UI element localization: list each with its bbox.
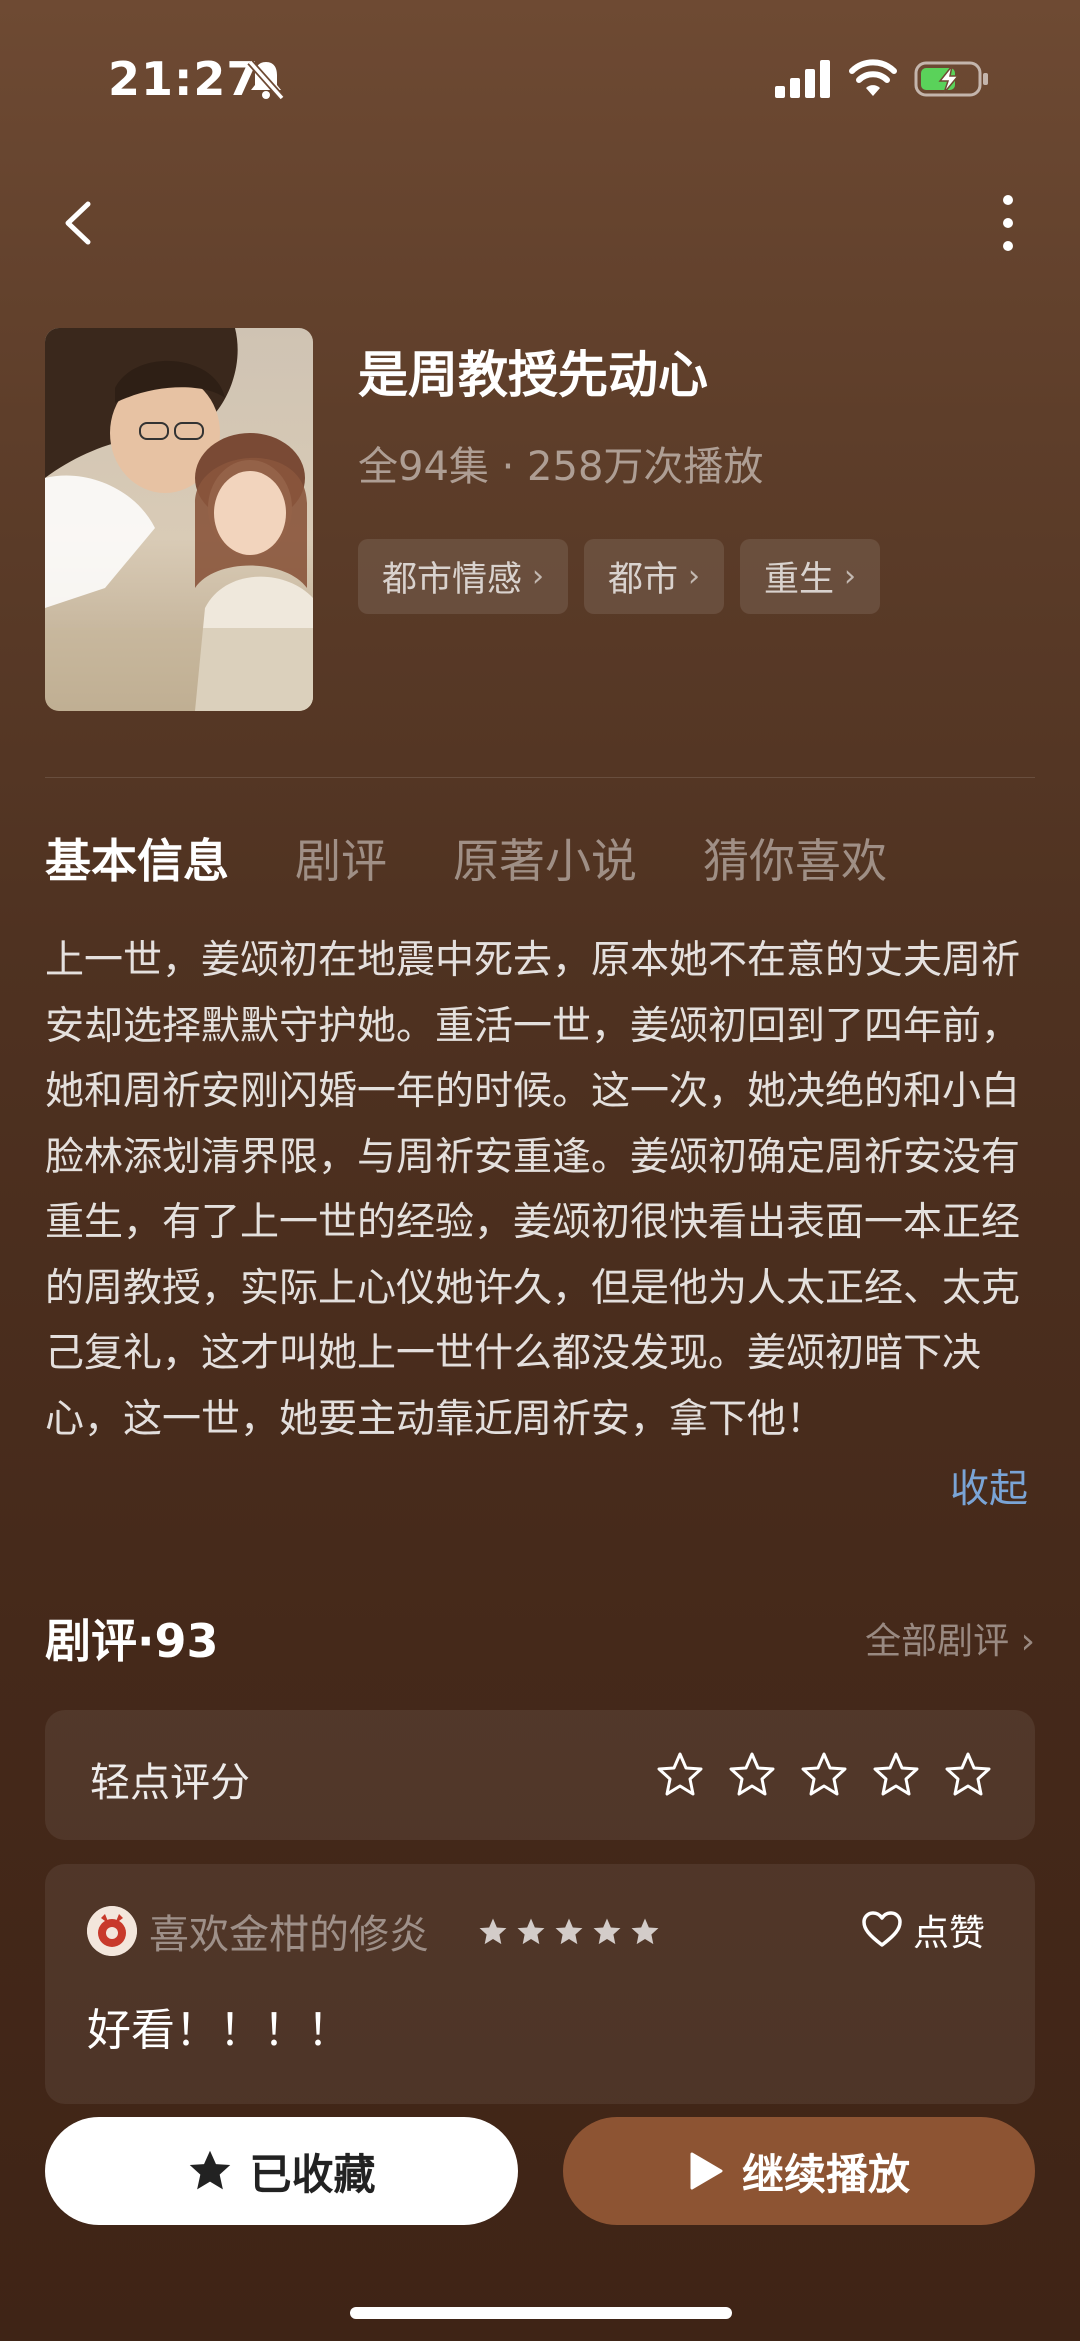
wifi-icon [849, 59, 897, 96]
star-filled-icon [190, 2150, 231, 2190]
play-label: 继续播放 [741, 2149, 910, 2199]
star-filled-icon [517, 1918, 545, 1945]
tab-bar: 基本信息 剧评 原著小说 猜你喜欢 [45, 825, 887, 891]
reviewer-name[interactable]: 喜欢金柑的修炎 [149, 1902, 429, 1960]
star-filled-icon [631, 1918, 659, 1945]
tag-urban-romance[interactable]: 都市情感 › [358, 539, 569, 614]
continue-play-button[interactable]: 继续播放 [563, 2117, 1035, 2225]
star-outline-icon[interactable] [655, 1750, 705, 1800]
divider [45, 777, 1035, 778]
tag-rebirth[interactable]: 重生 › [740, 539, 881, 614]
star-outline-icon[interactable] [871, 1750, 921, 1800]
tab-original-novel[interactable]: 原著小说 [453, 825, 637, 891]
back-button[interactable] [50, 190, 110, 256]
star-outline-icon[interactable] [727, 1750, 777, 1800]
tab-recommendations[interactable]: 猜你喜欢 [703, 825, 887, 891]
rating-stars [655, 1750, 993, 1800]
tag-list: 都市情感 › 都市 › 重生 › [358, 539, 881, 614]
star-filled-icon [479, 1918, 507, 1945]
battery-charging-icon [914, 61, 988, 97]
star-outline-icon[interactable] [799, 1750, 849, 1800]
like-label: 点赞 [913, 1913, 986, 1954]
favorite-label: 已收藏 [249, 2149, 376, 2199]
collapse-link[interactable]: 收起 [950, 1458, 1028, 1514]
star-outline-icon[interactable] [943, 1750, 993, 1800]
review-star-rating [477, 1916, 661, 1948]
tab-basic-info[interactable]: 基本信息 [45, 825, 229, 891]
signal-icon [775, 60, 830, 98]
drama-cover[interactable] [45, 328, 313, 711]
all-reviews-link[interactable]: 全部剧评 › [865, 1612, 1035, 1664]
review-item: 喜欢金柑的修炎 点赞 好看！！！！ [45, 1864, 1035, 2104]
chevron-right-icon: › [688, 559, 701, 594]
tab-reviews[interactable]: 剧评 [295, 825, 387, 891]
favorite-button[interactable]: 已收藏 [45, 2117, 518, 2225]
drama-title: 是周教授先动心 [358, 346, 708, 404]
chevron-right-icon: › [844, 559, 857, 594]
tag-label: 都市 [608, 560, 679, 600]
star-filled-icon [593, 1918, 621, 1945]
status-bar: 21:27 [0, 0, 1080, 150]
home-indicator [350, 2307, 732, 2319]
drama-meta: 全94集 · 258万次播放 [358, 444, 764, 490]
rating-card: 轻点评分 [45, 1710, 1035, 1840]
tag-label: 都市情感 [382, 560, 523, 600]
tag-label: 重生 [764, 560, 835, 600]
status-time: 21:27 [108, 52, 260, 106]
chevron-right-icon: › [532, 559, 545, 594]
bell-slash-icon [247, 59, 285, 101]
tag-urban[interactable]: 都市 › [584, 539, 725, 614]
like-button[interactable]: 点赞 [861, 1904, 985, 1956]
review-text: 好看！！！！ [87, 2005, 351, 2056]
rate-label: 轻点评分 [90, 1760, 250, 1806]
play-icon [690, 2152, 723, 2190]
synopsis-text: 上一世，姜颂初在地震中死去，原本她不在意的丈夫周祈安却选择默默守护她。重活一世，… [45, 938, 1021, 1442]
more-options-button[interactable] [985, 190, 1031, 256]
reviews-heading: 剧评·93 [45, 1614, 219, 1668]
cover-poster [45, 328, 313, 711]
heart-outline-icon [862, 1911, 902, 1947]
star-filled-icon [555, 1918, 583, 1945]
avatar[interactable] [87, 1906, 137, 1956]
